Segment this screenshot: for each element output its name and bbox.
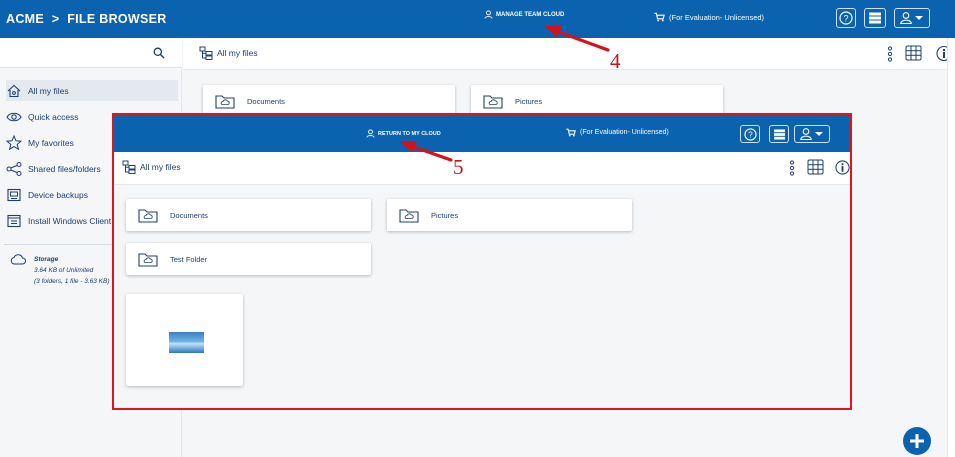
license-status-label: (For Evaluation- Unlicensed) [580,129,669,136]
user-icon [900,12,923,24]
user-icon [366,129,375,138]
manage-team-cloud-label: MANAGE TEAM CLOUD [496,11,565,18]
overlay-toolbar: All my files [114,152,850,185]
svg-text:?: ? [748,129,753,139]
help-icon: ? [839,11,853,25]
add-button[interactable] [903,427,931,455]
storage-title: Storage [34,256,59,263]
brand-separator: > [51,12,60,26]
main-toolbar: All my files [183,38,955,70]
sidebar-item-label: Shared files/folders [28,163,101,174]
folder-card-pictures[interactable]: Pictures [387,199,632,231]
breadcrumb[interactable]: All my files [199,46,258,60]
license-status-label: (For Evaluation- Unlicensed) [669,12,765,22]
folder-icon [138,208,158,223]
folder-tree-icon [199,46,213,60]
server-icon [869,12,881,24]
storage-summary: Storage 3.64 KB of Unlimited (3 folders,… [10,254,110,287]
backup-icon [7,188,21,201]
eye-icon [6,112,22,121]
team-user-icon [484,10,493,19]
overlay-top-bar: RETURN TO MY CLOUD (For Evaluation- Unli… [114,115,850,152]
storage-detail: (3 folders, 1 file - 3.63 KB) [34,278,110,285]
folder-card-documents[interactable]: Documents [126,199,371,231]
sidebar-item-label: All my files [28,85,69,96]
folder-name: Test Folder [170,254,208,264]
cart-icon [566,128,576,137]
image-thumbnail [169,332,204,353]
server-button[interactable] [769,125,789,143]
server-button[interactable] [864,8,886,28]
folder-name: Pictures [515,96,543,106]
brand-name: ACME [6,12,45,26]
grid-view-icon[interactable] [807,159,824,175]
page-title: FILE BROWSER [67,12,167,26]
help-button[interactable]: ? [740,125,760,143]
search-bar[interactable] [0,38,182,68]
more-options-icon[interactable] [887,46,893,62]
storage-usage: 3.64 KB of Unlimited [34,267,94,274]
search-icon[interactable] [153,47,165,59]
sidebar-item-label: My favorites [28,137,74,148]
app-title: ACME > FILE BROWSER [6,12,167,26]
user-menu-button[interactable] [794,125,830,143]
sidebar-item-all-my-files[interactable]: All my files [6,80,178,101]
breadcrumb[interactable]: All my files [122,160,181,174]
star-icon [6,135,22,150]
step-5-label: 5 [453,155,464,179]
sidebar-item-label: Install Windows Client [28,215,112,226]
folder-icon [483,94,503,109]
help-button[interactable]: ? [836,8,856,28]
breadcrumb-label: All my files [140,162,181,172]
folder-tree-icon [122,160,136,174]
license-status[interactable]: (For Evaluation- Unlicensed) [654,12,764,22]
folder-icon [138,252,158,267]
folder-name: Documents [247,96,285,106]
folder-icon [215,94,235,109]
more-options-icon[interactable] [789,160,795,176]
plus-icon [910,434,924,448]
windows-icon [7,214,21,227]
share-icon [6,161,22,176]
server-icon [773,128,785,140]
info-icon[interactable] [835,159,850,176]
return-to-my-cloud-button[interactable]: RETURN TO MY CLOUD [366,129,441,138]
top-bar: ACME > FILE BROWSER MANAGE TEAM CLOUD (F… [0,0,955,38]
folder-card-test-folder[interactable]: Test Folder [126,243,371,275]
folder-name: Documents [170,210,208,220]
right-scroll-edge [947,38,955,457]
license-status[interactable]: (For Evaluation- Unlicensed) [566,128,669,137]
folder-icon [399,208,419,223]
help-icon: ? [743,127,757,141]
image-file-card[interactable] [126,294,243,386]
manage-team-cloud-button[interactable]: MANAGE TEAM CLOUD [484,10,564,19]
return-to-my-cloud-label: RETURN TO MY CLOUD [378,130,441,137]
breadcrumb-label: All my files [217,48,258,58]
user-menu-button[interactable] [894,8,930,28]
folder-name: Pictures [431,210,459,220]
cart-icon [654,12,665,22]
svg-text:?: ? [843,13,848,23]
sidebar-item-label: Device backups [28,189,89,200]
home-icon [7,84,21,97]
sidebar-item-label: Quick access [28,111,79,122]
user-icon [800,128,823,140]
grid-view-icon[interactable] [905,45,922,61]
cloud-icon [10,254,26,265]
step-4-label: 4 [610,49,621,73]
team-cloud-view-highlight: RETURN TO MY CLOUD (For Evaluation- Unli… [112,113,852,410]
